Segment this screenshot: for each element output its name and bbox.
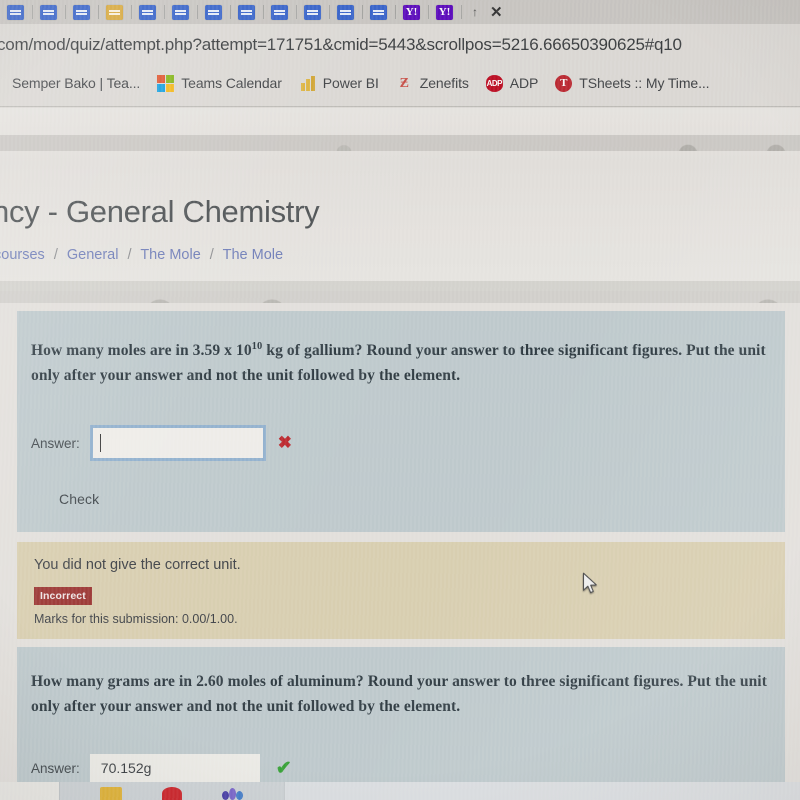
header-band — [0, 135, 800, 151]
browser-tab-favicon[interactable] — [73, 4, 90, 20]
breadcrumb[interactable]: courses / General / The Mole / The Mole — [0, 247, 283, 263]
feedback-block-1: You did not give the correct unit. Incor… — [17, 542, 785, 639]
tsheets-icon: T — [555, 74, 573, 92]
correct-mark-icon: ✔ — [275, 757, 292, 779]
browser-tab-favicon[interactable] — [337, 4, 354, 20]
url-text[interactable]: com/mod/quiz/attempt.php?attempt=171751&… — [0, 35, 682, 55]
question-block-2: How many grams are in 2.60 moles of alum… — [17, 647, 785, 800]
tab-separator — [230, 5, 231, 19]
text-caret — [99, 434, 102, 452]
bookmark-tsheets[interactable]: T TSheets :: My Time... — [555, 74, 710, 92]
tab-separator — [98, 5, 99, 19]
breadcrumb-separator: / — [53, 247, 58, 263]
answer-row-2: Answer: 70.152g ✔ — [31, 754, 292, 782]
answer-input-1[interactable] — [89, 425, 266, 461]
bookmark-power-bi[interactable]: Power BI — [299, 75, 379, 92]
tab-separator — [362, 5, 363, 19]
page-header: ncy - General Chemistry courses / Genera… — [0, 108, 800, 303]
chrome-divider — [0, 106, 800, 107]
browser-tab-favicon[interactable] — [7, 4, 24, 20]
browser-tabstrip[interactable]: Y! Y! ↑ ✕ — [0, 0, 800, 24]
breadcrumb-item-courses[interactable]: courses — [0, 247, 45, 263]
breadcrumb-separator: / — [127, 247, 132, 263]
answer-row-1: Answer: ✖ — [31, 425, 292, 461]
bookmark-label: TSheets :: My Time... — [579, 75, 710, 91]
question-block-1: How many moles are in 3.59 x 1010 kg of … — [17, 311, 785, 532]
header-wave — [0, 281, 800, 303]
bookmark-label: Zenefits — [419, 75, 469, 91]
yahoo-tab-favicon[interactable]: Y! — [436, 4, 453, 20]
browser-tab-favicon[interactable] — [304, 4, 321, 20]
answer-input-2[interactable]: 70.152g — [89, 754, 260, 782]
browser-tab-favicon[interactable] — [106, 4, 123, 20]
yahoo-tab-favicon[interactable]: Y! — [403, 4, 420, 20]
zenefits-icon: Ƶ — [399, 75, 409, 91]
browser-tab-favicon[interactable] — [139, 4, 156, 20]
status-badge-incorrect: Incorrect — [34, 587, 92, 605]
taskbar-panel — [284, 782, 800, 800]
breadcrumb-separator: / — [209, 247, 214, 263]
folder-icon[interactable] — [100, 787, 122, 800]
incorrect-mark-icon: ✖ — [277, 433, 293, 452]
adp-icon: ADP — [485, 74, 503, 92]
browser-chrome: com/mod/quiz/attempt.php?attempt=171751&… — [0, 24, 800, 108]
red-app-icon[interactable] — [162, 787, 182, 800]
browser-tab-favicon[interactable] — [238, 4, 255, 20]
question-text-1-part1: How many moles are in 3.59 x 10 — [31, 342, 252, 360]
bookmark-semper-bako[interactable]: Semper Bako | Tea... — [5, 75, 140, 91]
question-text-1: How many moles are in 3.59 x 1010 kg of … — [31, 334, 771, 388]
answer-label-2: Answer: — [31, 760, 80, 776]
breadcrumb-item-general[interactable]: General — [67, 247, 119, 263]
question-text-2: How many grams are in 2.60 moles of alum… — [31, 673, 767, 715]
start-button[interactable] — [0, 782, 60, 800]
tab-separator — [32, 5, 33, 19]
browser-tab-favicon[interactable] — [172, 4, 189, 20]
bookmark-adp[interactable]: ADP ADP — [485, 74, 539, 92]
browser-tab-favicon[interactable] — [271, 4, 288, 20]
browser-tab-favicon[interactable] — [370, 4, 387, 20]
close-window-button[interactable]: ✕ — [490, 3, 503, 21]
page-title: ncy - General Chemistry — [0, 194, 320, 229]
tab-separator — [461, 5, 462, 19]
question-exponent-1: 10 — [251, 341, 263, 352]
feedback-marks-1: Marks for this submission: 0.00/1.00. — [34, 612, 238, 626]
bookmark-teams-calendar[interactable]: Teams Calendar — [157, 74, 282, 92]
answer-input-2-value: 70.152g — [100, 760, 152, 776]
answer-label-1: Answer: — [31, 435, 80, 451]
tab-separator — [65, 5, 66, 19]
tab-separator — [263, 5, 264, 19]
feedback-message-1: You did not give the correct unit. — [34, 557, 241, 573]
mouse-cursor — [582, 572, 597, 594]
breadcrumb-item-the-mole[interactable]: The Mole — [140, 247, 200, 263]
bookmark-label: Teams Calendar — [181, 75, 282, 91]
tab-separator — [329, 5, 330, 19]
microsoft-icon — [157, 74, 175, 92]
bookmark-zenefits[interactable]: Ƶ Zenefits — [396, 75, 469, 92]
new-tab-button[interactable]: ↑ — [472, 5, 478, 19]
tab-separator — [131, 5, 132, 19]
bookmark-label: ADP — [509, 75, 539, 91]
page-content: ncy - General Chemistry courses / Genera… — [0, 108, 800, 800]
bookmark-label: Semper Bako | Tea... — [12, 75, 141, 91]
tab-separator — [395, 5, 396, 19]
breadcrumb-item-the-mole-current[interactable]: The Mole — [223, 247, 283, 263]
tab-separator — [296, 5, 297, 19]
tab-separator — [197, 5, 198, 19]
address-bar[interactable]: com/mod/quiz/attempt.php?attempt=171751&… — [0, 32, 800, 58]
check-button-1[interactable]: Check — [59, 491, 99, 507]
tab-separator — [164, 5, 165, 19]
bookmarks-bar[interactable]: Semper Bako | Tea... Teams Calendar Powe… — [0, 68, 800, 98]
powerbi-icon — [299, 75, 316, 92]
tab-separator — [428, 5, 429, 19]
os-taskbar[interactable] — [0, 782, 800, 800]
multicolor-app-icon[interactable] — [222, 787, 244, 800]
bookmark-label: Power BI — [322, 75, 379, 91]
browser-tab-favicon[interactable] — [205, 4, 222, 20]
browser-tab-favicon[interactable] — [40, 4, 57, 20]
